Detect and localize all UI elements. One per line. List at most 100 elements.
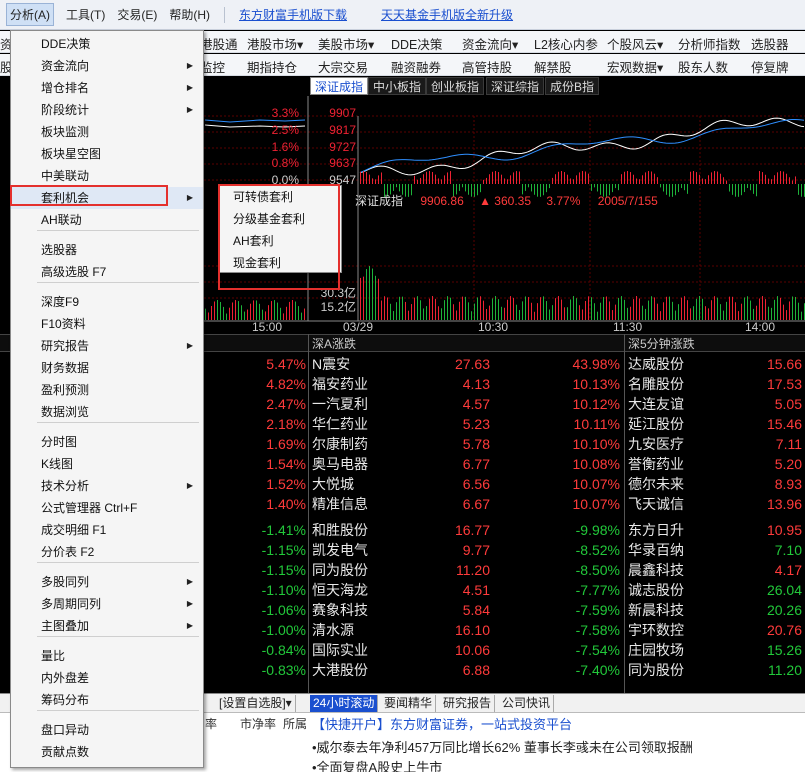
menu-item[interactable]: 数据浏览 (11, 401, 203, 423)
toolbar-stock-picker[interactable]: 选股器 (751, 34, 789, 53)
table-row-name[interactable]: 赛象科技 (312, 600, 402, 620)
menu-item[interactable]: 板块监测 (11, 121, 203, 143)
tab-szse-composite[interactable]: 深证综指 (486, 77, 545, 95)
menu-item[interactable]: DDE决策 (11, 33, 203, 55)
news-item[interactable]: •威尔泰去年净利457万同比增长62% 董事长李彧未在公司领取报酬 (312, 737, 693, 756)
toolbar-dde[interactable]: DDE决策 (391, 34, 442, 53)
table-row-name[interactable]: 晨鑫科技 (628, 560, 718, 580)
toolbar-shareholders[interactable]: 股东人数 (678, 57, 728, 76)
menu-item[interactable]: 成交明细 F1 (11, 519, 203, 541)
toolbar-macro[interactable]: 宏观数据▾ (607, 57, 663, 76)
toolbar-futures-position[interactable]: 期指持仓 (247, 57, 297, 76)
table-row-name[interactable]: 誉衡药业 (628, 454, 718, 474)
table-row-name[interactable]: 国际实业 (312, 640, 402, 660)
table-row-name[interactable]: 华录百纳 (628, 540, 718, 560)
menu-item[interactable]: 内外盘差 (11, 667, 203, 689)
menu-item[interactable]: 盈利预测 (11, 379, 203, 401)
menu-item[interactable]: 选股器 (11, 239, 203, 261)
menu-analysis[interactable]: 分析(A) (6, 3, 54, 26)
table-row-name[interactable]: 同为股份 (312, 560, 402, 580)
menu-item[interactable]: 分价表 F2 (11, 541, 203, 563)
menu-help[interactable]: 帮助(H) (169, 6, 210, 23)
menu-item[interactable]: 增仓排名 ▶ (11, 77, 203, 99)
table-row-name[interactable]: 大悦城 (312, 474, 402, 494)
left-table-pct[interactable]: 1.69% (206, 434, 306, 454)
menu-item[interactable]: 中美联动 (11, 165, 203, 187)
menu-item[interactable]: 贡献点数 (11, 741, 203, 763)
table-row-name[interactable]: 尔康制药 (312, 434, 402, 454)
menu-item[interactable]: 深度F9 (11, 291, 203, 313)
toolbar-margin[interactable]: 融资融券 (391, 57, 441, 76)
news-item[interactable]: •全面复盘A股史上牛市 (312, 757, 442, 772)
toolbar-fund-flow[interactable]: 资金流向▾ (462, 34, 518, 53)
tab-research[interactable]: 研究报告 (440, 695, 496, 712)
table-row-name[interactable]: 飞天诚信 (628, 494, 718, 514)
submenu-convertible-arbitrage[interactable]: 可转债套利 (219, 186, 341, 208)
menu-item[interactable]: 分时图 (11, 431, 203, 453)
table-row-name[interactable]: 恒天海龙 (312, 580, 402, 600)
left-table-pct[interactable]: -1.00% (206, 620, 306, 640)
tab-szse-component[interactable]: 深证成指 (310, 77, 369, 95)
table-row-name[interactable]: 福安药业 (312, 374, 402, 394)
toolbar-analyst-index[interactable]: 分析师指数 (678, 34, 741, 53)
menu-item[interactable]: 套利机会 ▶ (11, 187, 203, 209)
submenu-structured-fund-arbitrage[interactable]: 分级基金套利 (219, 208, 341, 230)
left-table-pct[interactable]: -1.41% (206, 520, 306, 540)
table-row-name[interactable]: 华仁药业 (312, 414, 402, 434)
tab-top-news[interactable]: 要闻精华 (381, 695, 437, 712)
menu-item[interactable]: 量比 (11, 645, 203, 667)
menu-item[interactable]: AH联动 (11, 209, 203, 231)
left-table-pct[interactable]: 1.52% (206, 474, 306, 494)
left-table-pct[interactable]: 1.54% (206, 454, 306, 474)
table-row-name[interactable]: 新晨科技 (628, 600, 718, 620)
menu-item[interactable]: K线图 (11, 453, 203, 475)
table-row-name[interactable]: 精准信息 (312, 494, 402, 514)
toolbar-insider[interactable]: 高管持股 (462, 57, 512, 76)
toolbar-hk-connect[interactable]: 港股通 (200, 34, 238, 53)
toolbar-stock-news[interactable]: 个股风云▾ (607, 34, 663, 53)
toolbar-l2-core[interactable]: L2核心内参 (534, 34, 598, 53)
table-row-name[interactable]: N震安 (312, 354, 402, 374)
table-row-name[interactable]: 东方日升 (628, 520, 718, 540)
toolbar-unlock[interactable]: 解禁股 (534, 57, 572, 76)
menu-item[interactable]: F10资料 (11, 313, 203, 335)
menu-item[interactable]: 盘口异动 (11, 719, 203, 741)
table-row-name[interactable]: 清水源 (312, 620, 402, 640)
menu-trade[interactable]: 交易(E) (117, 6, 157, 23)
table-row-name[interactable]: 凯发电气 (312, 540, 402, 560)
table-row-name[interactable]: 名雕股份 (628, 374, 718, 394)
left-table-pct[interactable]: -1.10% (206, 580, 306, 600)
menu-item[interactable]: 公式管理器 Ctrl+F (11, 497, 203, 519)
tab-b-share-index[interactable]: 成份B指 (545, 77, 600, 95)
left-table-pct[interactable]: 5.47% (206, 354, 306, 374)
fund-upgrade-link[interactable]: 天天基金手机版全新升级 (381, 6, 513, 23)
submenu-ah-arbitrage[interactable]: AH套利 (219, 230, 341, 252)
tab-set-watchlist[interactable]: [设置自选股]▾ (216, 695, 296, 712)
toolbar-suspension[interactable]: 停复牌 (751, 57, 789, 76)
table-row-name[interactable]: 宇环数控 (628, 620, 718, 640)
menu-item[interactable]: 技术分析 ▶ (11, 475, 203, 497)
left-table-pct[interactable]: 4.82% (206, 374, 306, 394)
tab-company-news[interactable]: 公司快讯 (499, 695, 555, 712)
left-table-pct[interactable]: -1.15% (206, 560, 306, 580)
table-row-name[interactable]: 奥马电器 (312, 454, 402, 474)
menu-item[interactable]: 资金流向 ▶ (11, 55, 203, 77)
menu-item[interactable]: 板块星空图 (11, 143, 203, 165)
menu-item[interactable]: 多股同列 ▶ (11, 571, 203, 593)
menu-item[interactable]: 主图叠加 ▶ (11, 615, 203, 637)
table-row-name[interactable]: 延江股份 (628, 414, 718, 434)
table-row-name[interactable]: 大港股份 (312, 660, 402, 680)
table-row-name[interactable]: 诚志股份 (628, 580, 718, 600)
tab-24h-news[interactable]: 24小时滚动 (310, 695, 379, 712)
menu-item[interactable]: 财务数据 (11, 357, 203, 379)
table-row-name[interactable]: 德尔未来 (628, 474, 718, 494)
table-row-name[interactable]: 一汽夏利 (312, 394, 402, 414)
tab-chinext-index[interactable]: 创业板指 (426, 77, 485, 95)
left-table-pct[interactable]: 2.47% (206, 394, 306, 414)
left-table-pct[interactable]: -0.83% (206, 660, 306, 680)
table-row-name[interactable]: 同为股份 (628, 660, 718, 680)
menu-item[interactable]: 研究报告 ▶ (11, 335, 203, 357)
table-row-name[interactable]: 九安医疗 (628, 434, 718, 454)
menu-item[interactable]: 阶段统计 ▶ (11, 99, 203, 121)
mobile-download-link[interactable]: 东方财富手机版下载 (239, 6, 347, 23)
